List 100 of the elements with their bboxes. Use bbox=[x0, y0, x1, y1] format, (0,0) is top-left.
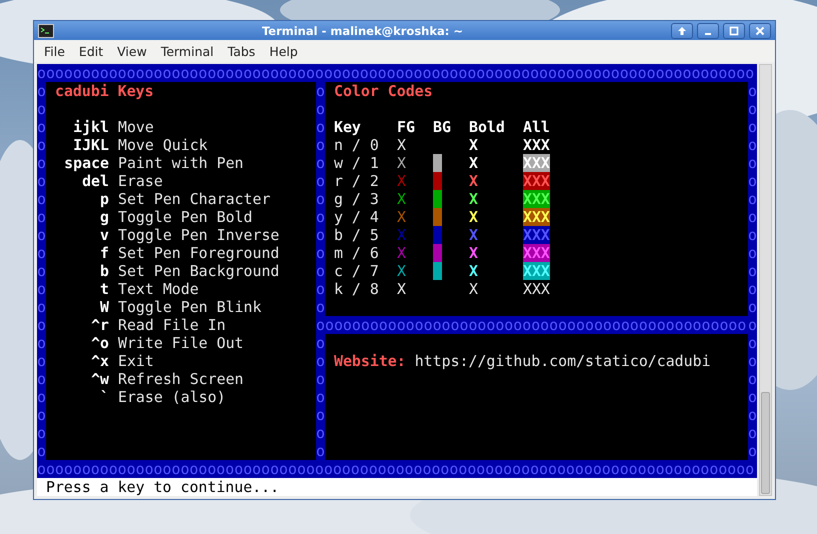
combined-sample: XXX bbox=[523, 262, 550, 280]
minimize-icon bbox=[705, 32, 711, 34]
action-text: Text Mode bbox=[118, 280, 199, 298]
action-text: Set Pen Foreground bbox=[118, 244, 280, 262]
key-label: ^w bbox=[90, 370, 109, 388]
key-label: ` bbox=[99, 388, 109, 406]
bold-sample: X bbox=[469, 244, 478, 262]
combined-sample: XXX bbox=[523, 244, 550, 262]
key-label: p bbox=[99, 190, 109, 208]
border-row-text: ooooooooooooooooooooooooooooooooooooooooooooooo bbox=[325, 316, 748, 334]
bold-sample: X bbox=[469, 172, 478, 190]
key-label: b bbox=[99, 262, 109, 280]
key-code: k / 8 bbox=[334, 280, 379, 298]
scrollbar-thumb[interactable] bbox=[761, 392, 770, 494]
status-prompt: Press a key to continue... bbox=[37, 478, 757, 496]
menu-item[interactable]: View bbox=[111, 44, 153, 58]
key-label: f bbox=[99, 244, 109, 262]
key-code: c / 7 bbox=[334, 262, 379, 280]
key-label: space bbox=[63, 154, 109, 172]
key-code: y / 4 bbox=[334, 208, 379, 226]
foreground-sample: X bbox=[397, 262, 406, 280]
foreground-sample: X bbox=[397, 172, 406, 190]
action-text: Toggle Pen Inverse bbox=[118, 226, 280, 244]
menu-item[interactable]: Help bbox=[263, 44, 304, 58]
panel-title: cadubi Keys bbox=[55, 82, 154, 100]
action-text: Write File Out bbox=[118, 334, 244, 352]
menu-item[interactable]: File bbox=[38, 44, 71, 58]
action-text: Toggle Pen Bold bbox=[118, 208, 252, 226]
action-text: Set Pen Background bbox=[118, 262, 280, 280]
menu-item[interactable]: Edit bbox=[72, 44, 110, 58]
border-row-text: oooooooooooooooooooooooooooooooooooooooooooooooooooooooooooooooooooooooooooooooo bbox=[37, 460, 756, 478]
bold-sample: X bbox=[469, 262, 478, 280]
border-column: ooooooooooooooooooooo bbox=[316, 82, 325, 460]
bold-sample: X bbox=[469, 280, 478, 298]
combined-sample: XXX bbox=[523, 172, 550, 190]
key-label: del bbox=[81, 172, 109, 190]
shade-button[interactable] bbox=[671, 22, 693, 38]
column-header: Bold bbox=[469, 118, 505, 136]
maximize-button[interactable] bbox=[723, 22, 745, 38]
key-label: ^r bbox=[90, 316, 109, 334]
combined-sample: XXX bbox=[523, 136, 550, 154]
key-label: ^o bbox=[90, 334, 109, 352]
key-label: ^x bbox=[90, 352, 109, 370]
maximize-icon bbox=[729, 26, 739, 36]
foreground-sample: X bbox=[397, 226, 406, 244]
action-text: Read File In bbox=[118, 316, 226, 334]
action-text: Toggle Pen Blink bbox=[118, 298, 262, 316]
minimize-button[interactable] bbox=[697, 22, 719, 38]
combined-sample: XXX bbox=[523, 190, 550, 208]
combined-sample: XXX bbox=[523, 226, 550, 244]
key-code: b / 5 bbox=[334, 226, 379, 244]
window-title: Terminal - malinek@kroshka: ~ bbox=[260, 24, 464, 38]
column-header: BG bbox=[433, 118, 451, 136]
action-text: Exit bbox=[118, 352, 154, 370]
key-code: g / 3 bbox=[334, 190, 379, 208]
action-text: Set Pen Character bbox=[118, 190, 270, 208]
combined-sample: XXX bbox=[523, 208, 550, 226]
key-code: m / 6 bbox=[334, 244, 379, 262]
scrollbar[interactable] bbox=[759, 64, 772, 496]
column-header: Key bbox=[334, 118, 361, 136]
website-label: Website: bbox=[334, 352, 406, 370]
bold-sample: X bbox=[469, 190, 478, 208]
url-text: https://github.com/statico/cadubi bbox=[414, 352, 711, 370]
bold-sample: X bbox=[469, 154, 478, 172]
key-label: W bbox=[99, 298, 109, 316]
action-text: Erase bbox=[118, 172, 163, 190]
foreground-sample: X bbox=[397, 136, 406, 154]
panel-title: Color Codes bbox=[334, 82, 433, 100]
bold-sample: X bbox=[469, 136, 478, 154]
foreground-sample: X bbox=[397, 208, 406, 226]
column-header: FG bbox=[397, 118, 415, 136]
combined-sample: XXX bbox=[523, 154, 550, 172]
close-button[interactable] bbox=[749, 22, 771, 38]
action-text: Paint with Pen bbox=[118, 154, 244, 172]
key-label: IJKL bbox=[72, 136, 109, 154]
border-row-text: oooooooooooooooooooooooooooooooooooooooooooooooooooooooooooooooooooooooooooooooo bbox=[37, 64, 756, 82]
bold-sample: X bbox=[469, 226, 478, 244]
combined-sample: XXX bbox=[523, 280, 550, 298]
action-text: Move bbox=[118, 118, 154, 136]
bold-sample: X bbox=[469, 208, 478, 226]
close-icon bbox=[755, 26, 765, 36]
foreground-sample: X bbox=[397, 244, 406, 262]
menu-item[interactable]: Tabs bbox=[222, 44, 262, 58]
key-code: r / 2 bbox=[334, 172, 379, 190]
action-text: Erase (also) bbox=[118, 388, 226, 406]
up-arrow-icon bbox=[677, 26, 687, 36]
key-code: w / 1 bbox=[334, 154, 379, 172]
foreground-sample: X bbox=[397, 280, 406, 298]
action-text: Move Quick bbox=[118, 136, 208, 154]
column-header: All bbox=[523, 118, 550, 136]
key-label: g bbox=[99, 208, 109, 226]
foreground-sample: X bbox=[397, 154, 406, 172]
key-code: n / 0 bbox=[334, 136, 379, 154]
key-label: ijkl bbox=[72, 118, 109, 136]
terminal-icon bbox=[38, 24, 54, 38]
action-text: Refresh Screen bbox=[118, 370, 244, 388]
menu-item[interactable]: Terminal bbox=[154, 44, 220, 58]
border-column: ooooooooooooooooooooo bbox=[748, 82, 757, 460]
foreground-sample: X bbox=[397, 190, 406, 208]
key-label: t bbox=[99, 280, 109, 298]
